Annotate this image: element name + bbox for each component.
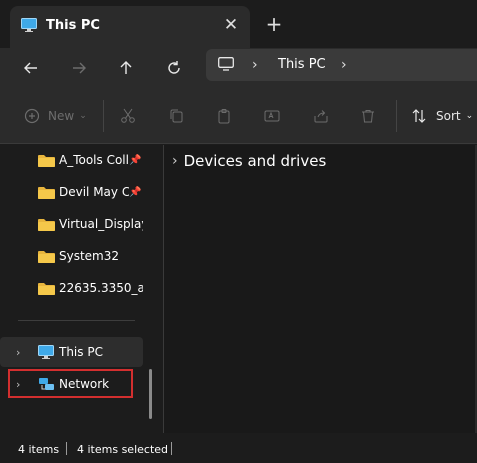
sidebar-item-label: This PC bbox=[59, 345, 103, 359]
pin-icon: 📌 bbox=[129, 186, 142, 198]
computer-icon bbox=[21, 18, 37, 32]
new-tab-icon[interactable]: + bbox=[263, 13, 285, 35]
delete-button[interactable] bbox=[360, 106, 376, 126]
chevron-down-icon: ⌄ bbox=[79, 111, 87, 121]
sidebar-item-virtual-display[interactable]: Virtual_Display bbox=[0, 209, 143, 239]
close-tab-icon[interactable]: ✕ bbox=[220, 14, 242, 36]
breadcrumb-expand-chevron-icon[interactable]: › bbox=[341, 57, 347, 73]
breadcrumb-chevron-icon: › bbox=[252, 57, 258, 73]
clipboard-icon bbox=[218, 109, 230, 124]
copy-icon bbox=[170, 109, 183, 123]
chevron-right-icon[interactable]: › bbox=[16, 346, 20, 359]
cut-button[interactable] bbox=[120, 106, 136, 126]
computer-icon bbox=[38, 345, 54, 359]
sidebar-scrollbar[interactable] bbox=[149, 369, 152, 419]
sidebar-item-this-pc[interactable]: › This PC bbox=[0, 337, 143, 367]
sort-label: Sort bbox=[436, 109, 461, 123]
sort-button[interactable]: Sort ⌄ bbox=[411, 106, 473, 126]
toolbar-divider bbox=[103, 100, 104, 132]
sidebar-item-label: System32 bbox=[59, 249, 120, 263]
share-button[interactable] bbox=[313, 106, 329, 126]
command-bar: New ⌄ Sort ⌄ bbox=[0, 88, 477, 144]
sidebar-item-label: A_Tools Colle bbox=[59, 153, 129, 167]
status-divider bbox=[66, 442, 67, 455]
new-label: New bbox=[48, 109, 75, 123]
title-bar: This PC ✕ + bbox=[0, 0, 477, 48]
up-arrow-icon[interactable] bbox=[112, 54, 140, 82]
folder-icon bbox=[38, 250, 55, 263]
toolbar-divider bbox=[396, 100, 397, 132]
group-devices-and-drives[interactable]: › Devices and drives bbox=[172, 152, 326, 170]
selected-count: 4 items selected bbox=[77, 443, 169, 456]
new-button[interactable]: New ⌄ bbox=[24, 106, 87, 126]
sidebar-item-a-tools[interactable]: A_Tools Colle 📌 bbox=[0, 145, 143, 175]
sidebar-item-label: Virtual_Display bbox=[59, 217, 143, 231]
forward-arrow-icon[interactable] bbox=[65, 54, 93, 82]
copy-button[interactable] bbox=[168, 106, 184, 126]
folder-icon bbox=[38, 154, 55, 167]
breadcrumb-this-pc[interactable]: This PC bbox=[278, 57, 326, 72]
back-arrow-icon[interactable] bbox=[17, 54, 45, 82]
sidebar-item-system32[interactable]: System32 bbox=[0, 241, 143, 271]
chevron-down-icon: ⌄ bbox=[465, 111, 474, 121]
item-count: 4 items bbox=[18, 443, 60, 456]
navigation-bar: › This PC › bbox=[0, 48, 477, 88]
share-icon bbox=[314, 110, 328, 123]
sidebar-divider bbox=[18, 320, 135, 321]
sidebar-item-label: 22635.3350_amd bbox=[59, 281, 143, 295]
scissors-icon bbox=[121, 108, 135, 123]
sidebar-item-devil-may-cry[interactable]: Devil May Cr 📌 bbox=[0, 177, 143, 207]
status-divider bbox=[171, 442, 172, 455]
selection-highlight bbox=[8, 369, 133, 398]
trash-icon bbox=[362, 110, 374, 123]
paste-button[interactable] bbox=[216, 106, 232, 126]
folder-icon bbox=[38, 186, 55, 199]
sort-arrows-icon bbox=[412, 109, 426, 123]
chevron-right-icon: › bbox=[172, 153, 178, 169]
tab-this-pc[interactable]: This PC ✕ bbox=[10, 6, 250, 48]
refresh-icon[interactable] bbox=[160, 54, 188, 82]
sidebar-item-label: Devil May Cr bbox=[59, 185, 129, 199]
pin-icon: 📌 bbox=[129, 154, 142, 166]
plus-circle-icon bbox=[24, 108, 40, 124]
tab-title: This PC bbox=[46, 18, 100, 33]
status-bar: 4 items 4 items selected bbox=[0, 433, 477, 463]
rename-icon bbox=[264, 110, 280, 122]
rename-button[interactable] bbox=[264, 106, 280, 126]
file-view: › Devices and drives bbox=[163, 145, 477, 433]
computer-outline-icon bbox=[218, 57, 234, 71]
folder-icon bbox=[38, 282, 55, 295]
address-bar[interactable]: › This PC › bbox=[206, 49, 477, 81]
folder-icon bbox=[38, 218, 55, 231]
sidebar-item-22635[interactable]: 22635.3350_amd bbox=[0, 273, 143, 303]
group-title: Devices and drives bbox=[183, 152, 327, 170]
